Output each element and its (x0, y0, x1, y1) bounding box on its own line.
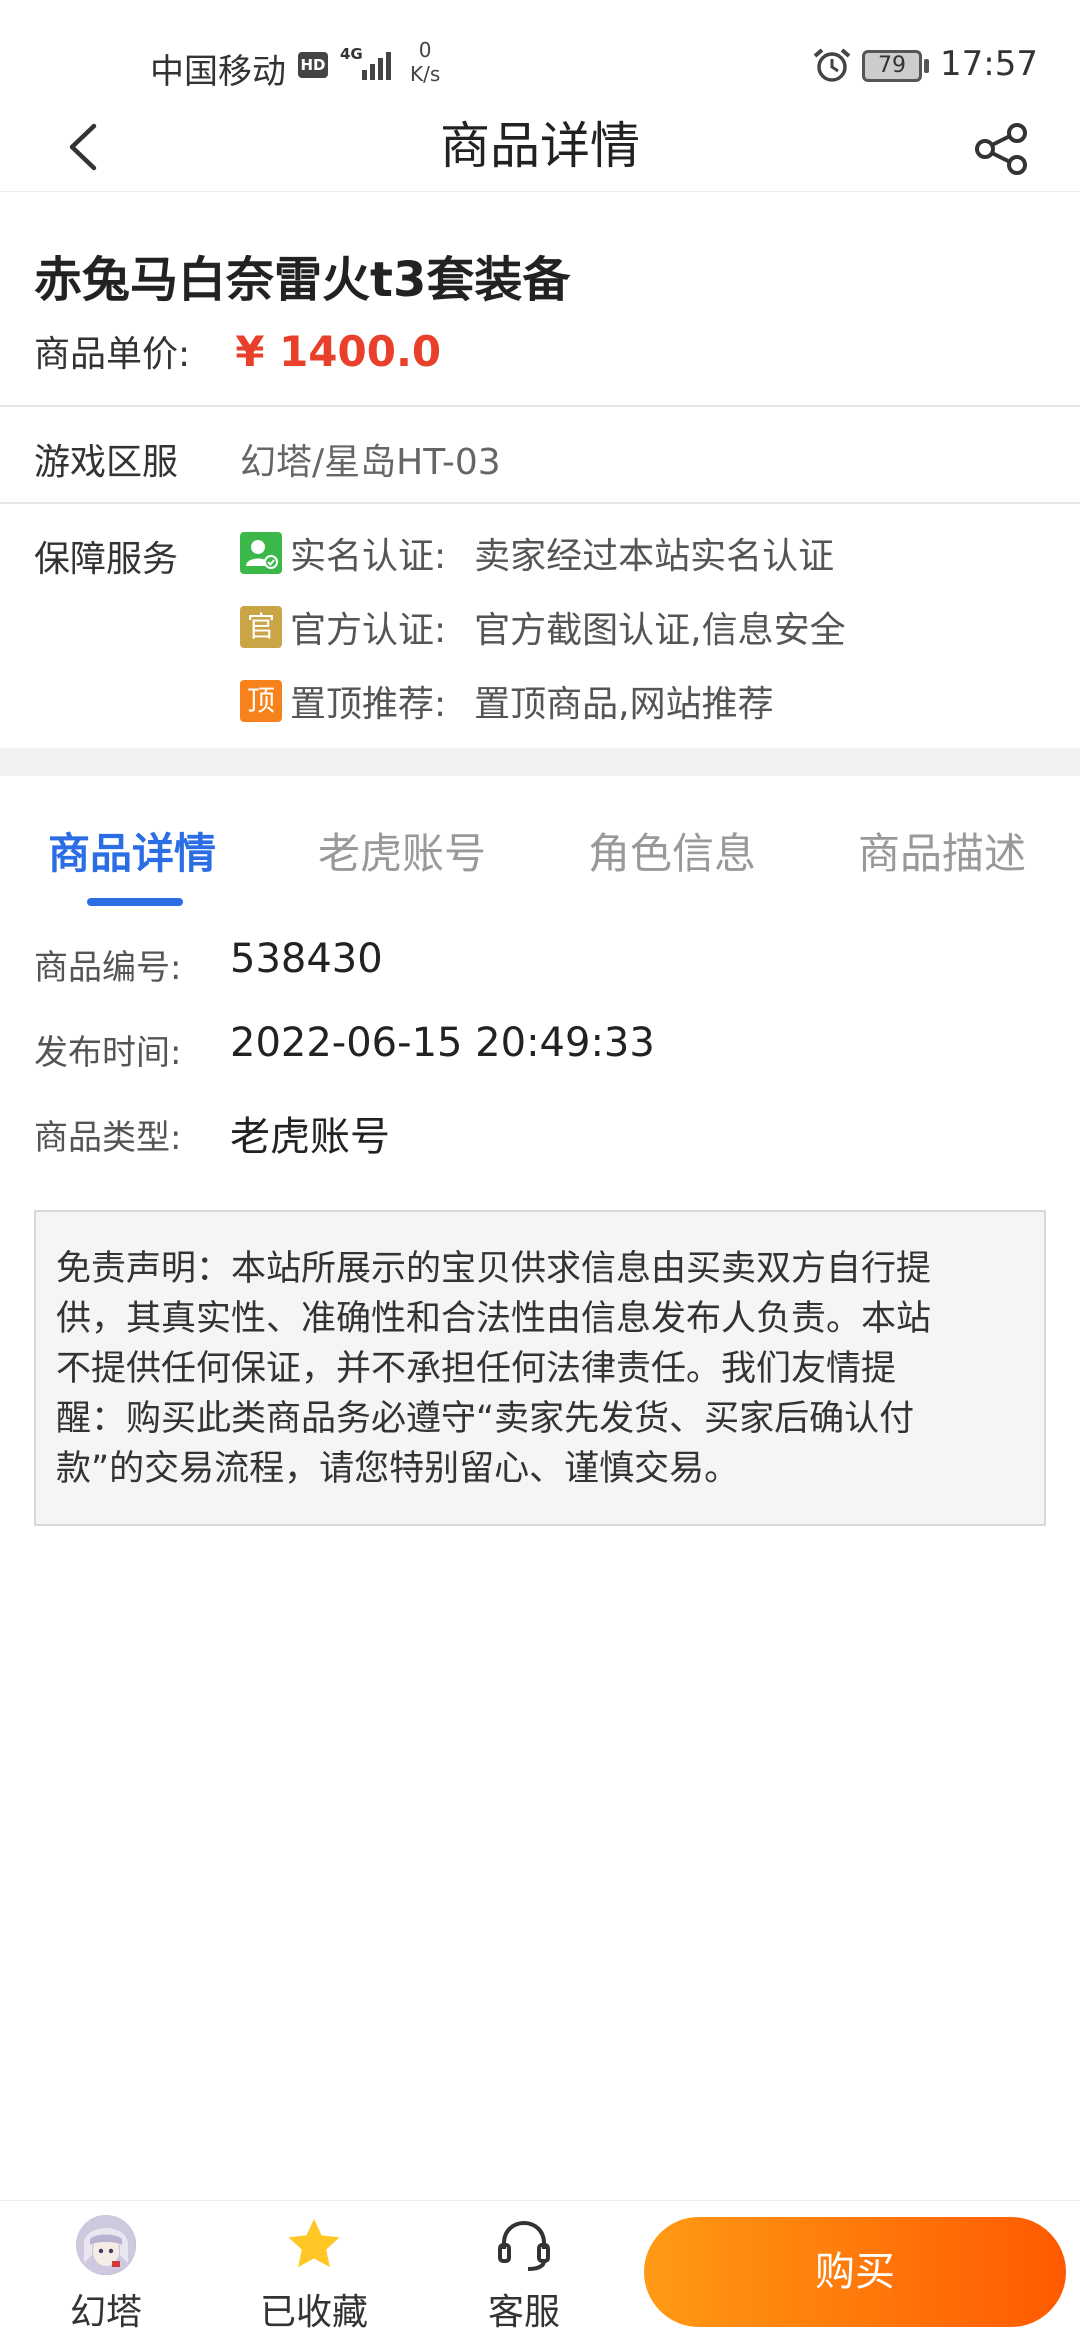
star-icon (288, 2219, 340, 2268)
tab-product-details[interactable]: 商品详情 (48, 820, 216, 881)
service-desc: 官方截图认证,信息安全 (474, 610, 846, 651)
product-id-label: 商品编号: (34, 948, 182, 988)
service-official: 官 官方认证: 官方截图认证,信息安全 (240, 602, 846, 652)
product-type-value: 老虎账号 (230, 1114, 390, 1160)
product-name: 赤兔马白奈雷火t3套装备 (34, 252, 571, 308)
battery-tip (924, 59, 929, 73)
service-title: 实名认证: (290, 536, 447, 577)
customer-service-nav-label: 客服 (487, 2292, 560, 2333)
publish-time-value: 2022-06-15 20:49:33 (230, 1020, 655, 1066)
signal-icon (362, 52, 391, 80)
tab-tiger-account[interactable]: 老虎账号 (318, 820, 486, 881)
customer-service-nav-item[interactable]: 客服 (454, 2201, 594, 2340)
bottom-bar: 幻塔 已收藏 客服 购买 (0, 2200, 1080, 2340)
back-button[interactable] (50, 100, 120, 192)
server-value: 幻塔/星岛HT-03 (240, 442, 501, 483)
speed-unit: K/s (410, 62, 441, 86)
tab-product-description[interactable]: 商品描述 (858, 820, 1026, 881)
favorite-nav-label: 已收藏 (259, 2292, 368, 2333)
divider (0, 502, 1080, 504)
tab-underline (87, 898, 183, 906)
product-detail-page: 中国移动 HD 4G 0 K/s 79 17:57 商品详情 赤兔马白奈雷火t3… (0, 0, 1080, 2340)
price-label: 商品单价: (34, 334, 191, 375)
product-id-value: 538430 (230, 936, 383, 982)
disclaimer-line: 不提供任何保证，并不承担任何法律责任。我们友情提 (56, 1349, 897, 1389)
disclaimer-line: 供，其真实性、准确性和合法性由信息发布人负责。本站 (56, 1299, 932, 1339)
clock: 17:57 (940, 44, 1038, 84)
server-label: 游戏区服 (34, 442, 179, 483)
section-gap (0, 748, 1080, 776)
carrier-name: 中国移动 (150, 52, 286, 92)
divider (0, 405, 1080, 407)
detail-tabs: 商品详情 老虎账号 角色信息 商品描述 (0, 820, 1080, 910)
share-icon (975, 123, 1027, 175)
network-type: 4G (340, 45, 363, 63)
page-title: 商品详情 (440, 117, 640, 175)
guarantee-label: 保障服务 (34, 539, 179, 580)
buy-button[interactable]: 购买 (644, 2217, 1066, 2327)
favorite-nav-item[interactable]: 已收藏 (244, 2201, 384, 2340)
disclaimer-box: 免责声明：本站所展示的宝贝供求信息由买卖双方自行提 供，其真实性、准确性和合法性… (34, 1210, 1046, 1526)
publish-time-label: 发布时间: (34, 1033, 182, 1073)
app-header: 商品详情 (0, 100, 1080, 192)
disclaimer-line: 醒：购买此类商品务必遵守“卖家先发货、买家后确认付 (56, 1399, 915, 1439)
disclaimer-line: 免责声明：本站所展示的宝贝供求信息由买卖双方自行提 (56, 1249, 932, 1289)
product-type-label: 商品类型: (34, 1118, 182, 1158)
game-nav-label: 幻塔 (69, 2292, 142, 2333)
user-verify-icon (240, 532, 282, 574)
service-desc: 卖家经过本站实名认证 (474, 536, 835, 577)
game-avatar-icon (76, 2215, 136, 2275)
official-badge-icon: 官 (240, 606, 282, 648)
service-title: 官方认证: (290, 610, 447, 651)
service-desc: 置顶商品,网站推荐 (474, 684, 774, 725)
service-top: 顶 置顶推荐: 置顶商品,网站推荐 (240, 676, 774, 726)
share-button[interactable] (965, 100, 1035, 192)
headset-icon (498, 2220, 550, 2271)
disclaimer-line: 款”的交易流程，请您特别留心、谨慎交易。 (56, 1449, 740, 1489)
chevron-left-icon (69, 123, 97, 171)
service-title: 置顶推荐: (290, 684, 447, 725)
alarm-icon (813, 48, 851, 82)
status-bar: 中国移动 HD 4G 0 K/s 79 17:57 (0, 0, 1080, 100)
hd-badge: HD (298, 52, 328, 78)
service-realname: 实名认证: 卖家经过本站实名认证 (240, 528, 834, 578)
price-row: 商品单价: ¥ 1400.0 (34, 325, 442, 376)
top-badge-icon: 顶 (240, 680, 282, 722)
network-speed: 0 K/s (410, 38, 440, 86)
battery-icon: 79 (862, 50, 922, 82)
speed-value: 0 (418, 38, 432, 62)
tab-role-info[interactable]: 角色信息 (588, 820, 756, 881)
price-value: ¥ 1400.0 (235, 326, 442, 376)
game-nav-item[interactable]: 幻塔 (36, 2201, 176, 2340)
